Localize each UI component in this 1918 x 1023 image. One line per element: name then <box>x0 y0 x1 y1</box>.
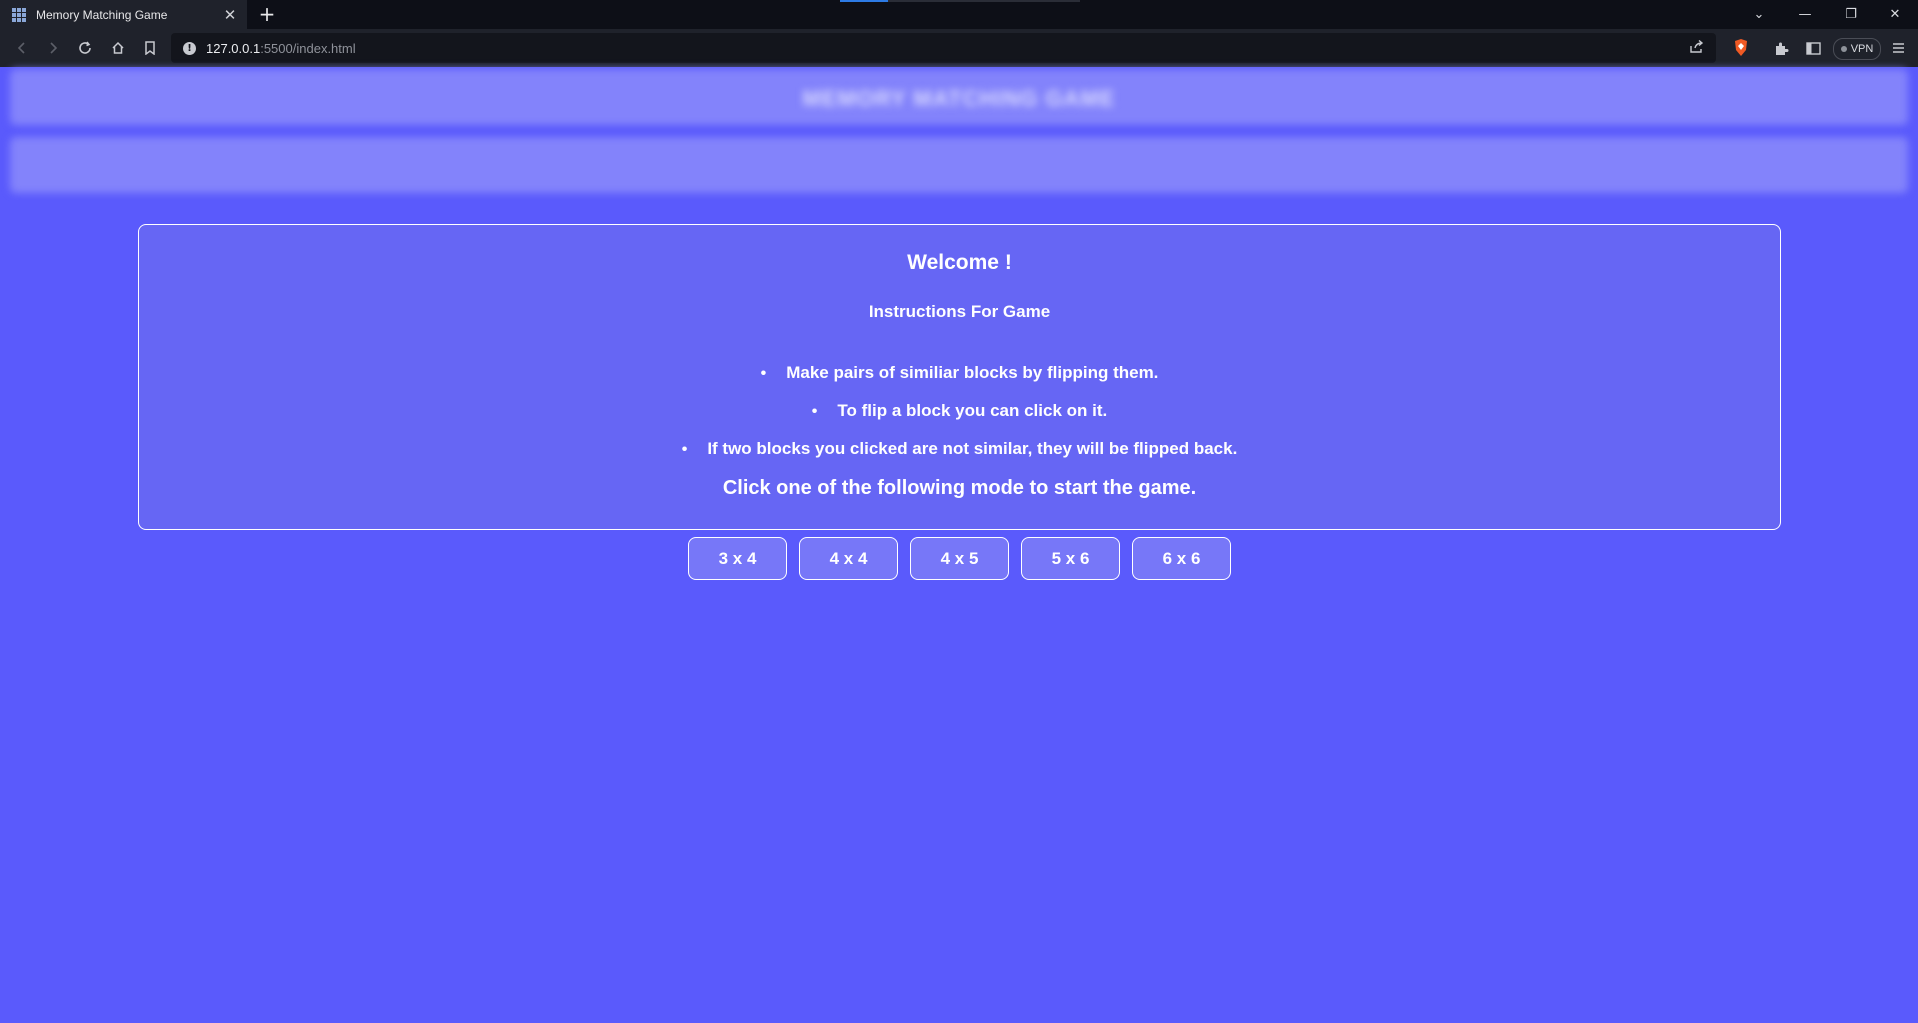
vpn-button[interactable]: VPN <box>1833 38 1881 60</box>
address-bar[interactable]: ! 127.0.0.1 :5500/index.html <box>171 33 1716 63</box>
url-host: 127.0.0.1 <box>206 40 261 56</box>
browser-tab[interactable]: Memory Matching Game ✕ <box>0 0 247 29</box>
instruction-item: Make pairs of similiar blocks by flippin… <box>139 362 1780 400</box>
mode-buttons: 3 x 4 4 x 4 4 x 5 5 x 6 6 x 6 <box>688 537 1231 580</box>
browser-toolbar: ! 127.0.0.1 :5500/index.html VPN <box>0 29 1918 67</box>
home-icon[interactable] <box>107 37 129 59</box>
blurred-page-title: MEMORY MATCHING GAME <box>802 86 1116 111</box>
sidebar-icon[interactable] <box>1802 37 1824 59</box>
mode-3x4-button[interactable]: 3 x 4 <box>688 537 787 580</box>
tab-indicator-track <box>888 0 1080 2</box>
tab-strip: Memory Matching Game ✕ + ⌄ — ❐ ✕ <box>0 0 1918 29</box>
brave-shield-icon[interactable] <box>1733 38 1749 57</box>
close-tab-icon[interactable]: ✕ <box>221 6 239 24</box>
forward-icon[interactable] <box>42 37 64 59</box>
welcome-heading: Welcome ! <box>907 251 1012 274</box>
extensions-icon[interactable] <box>1770 37 1792 59</box>
mode-4x4-button[interactable]: 4 x 4 <box>799 537 898 580</box>
instruction-item: If two blocks you clicked are not simila… <box>139 438 1780 476</box>
vpn-label: VPN <box>1850 43 1874 55</box>
tab-indicator <box>840 0 888 2</box>
minimize-button[interactable]: — <box>1782 0 1828 29</box>
site-info-icon[interactable]: ! <box>183 41 196 55</box>
mode-5x6-button[interactable]: 5 x 6 <box>1021 537 1120 580</box>
tab-title: Memory Matching Game <box>36 7 168 22</box>
instruction-item: To flip a block you can click on it. <box>139 400 1780 438</box>
share-icon[interactable] <box>1689 39 1704 58</box>
start-prompt: Click one of the following mode to start… <box>722 477 1197 499</box>
bookmark-icon[interactable] <box>139 37 161 59</box>
grid-favicon-icon <box>12 7 26 22</box>
restore-button[interactable]: ❐ <box>1828 0 1874 29</box>
menu-icon[interactable] <box>1887 37 1909 59</box>
vpn-status-dot-icon <box>1840 46 1847 52</box>
new-tab-button[interactable]: + <box>256 3 278 25</box>
mode-6x6-button[interactable]: 6 x 6 <box>1132 537 1231 580</box>
blurred-subheader-bar <box>10 137 1908 193</box>
instructions-heading: Instructions For Game <box>868 302 1051 321</box>
url-path: :5500/index.html <box>260 40 356 56</box>
mode-4x5-button[interactable]: 4 x 5 <box>910 537 1009 580</box>
reload-icon[interactable] <box>74 37 96 59</box>
back-icon[interactable] <box>11 37 33 59</box>
instructions-list: Make pairs of similiar blocks by flippin… <box>139 362 1780 476</box>
close-window-button[interactable]: ✕ <box>1872 0 1918 29</box>
tab-search-icon[interactable]: ⌄ <box>1736 0 1782 29</box>
welcome-card: Welcome ! Instructions For Game Make pai… <box>138 224 1781 530</box>
